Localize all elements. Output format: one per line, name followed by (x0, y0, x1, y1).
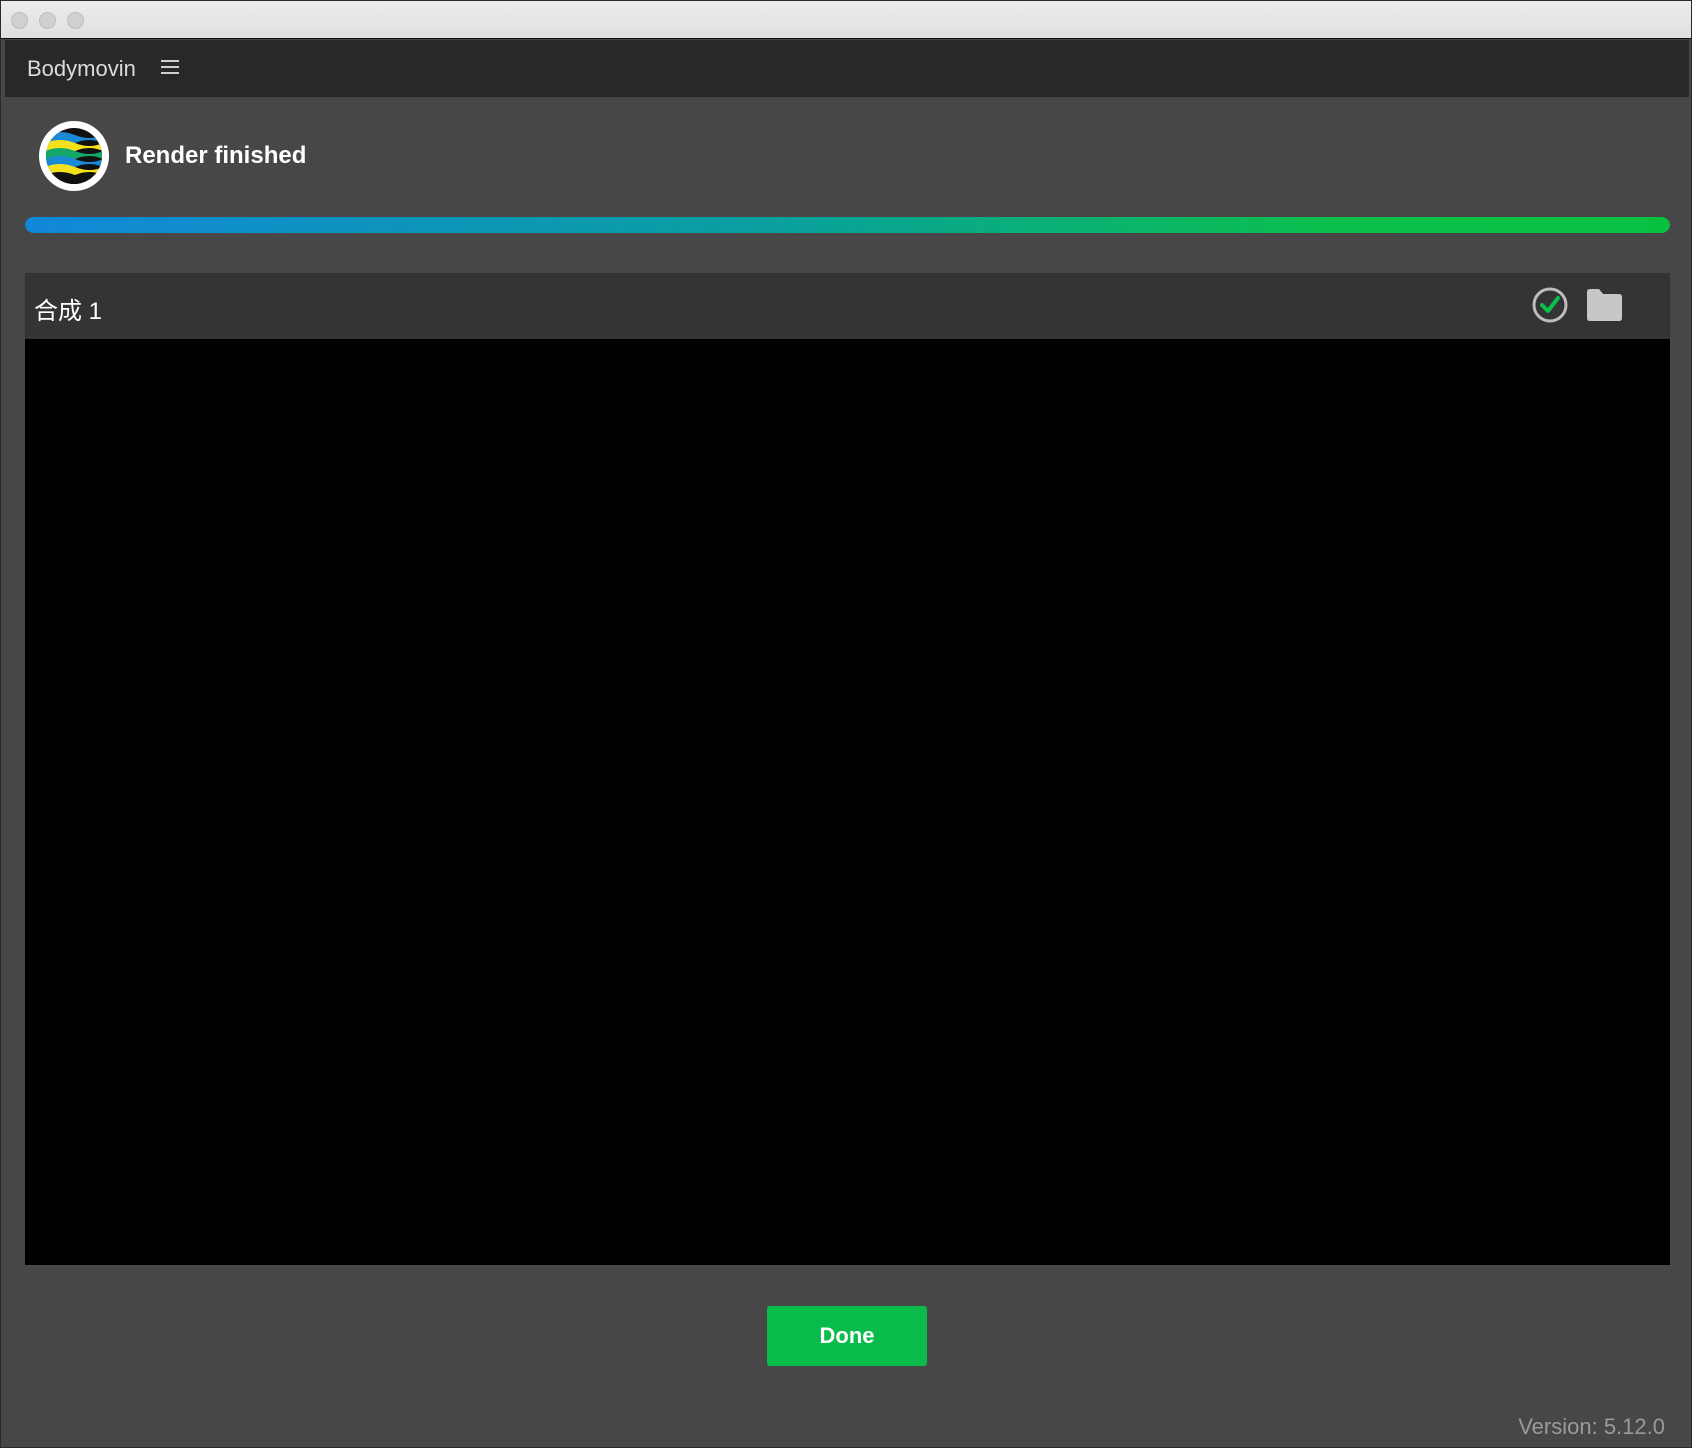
composition-name: 合成 1 (34, 298, 103, 325)
version-label: Version: 5.12.0 (1518, 1414, 1665, 1439)
animation-preview (25, 339, 1670, 1265)
app-window: Bodymovin Render finished 合成 1 Done Vers… (0, 0, 1692, 1448)
render-progress-bar (25, 217, 1670, 233)
panel-title: Bodymovin (27, 56, 136, 81)
hamburger-menu-icon[interactable] (161, 60, 179, 78)
window-titlebar (1, 1, 1691, 39)
composition-row: 合成 1 (25, 273, 1670, 339)
done-button[interactable]: Done (767, 1306, 927, 1366)
bodymovin-logo-icon (39, 121, 109, 191)
folder-icon[interactable] (1585, 288, 1623, 322)
window-close-button[interactable] (11, 12, 28, 29)
render-status-text: Render finished (125, 142, 307, 169)
panel-header: Bodymovin (5, 40, 1689, 97)
check-circle-icon[interactable] (1530, 285, 1570, 325)
render-progress-fill (25, 217, 1670, 233)
window-zoom-button[interactable] (67, 12, 84, 29)
window-minimize-button[interactable] (39, 12, 56, 29)
render-panel: Render finished 合成 1 Done Version: 5.12.… (5, 97, 1689, 1447)
